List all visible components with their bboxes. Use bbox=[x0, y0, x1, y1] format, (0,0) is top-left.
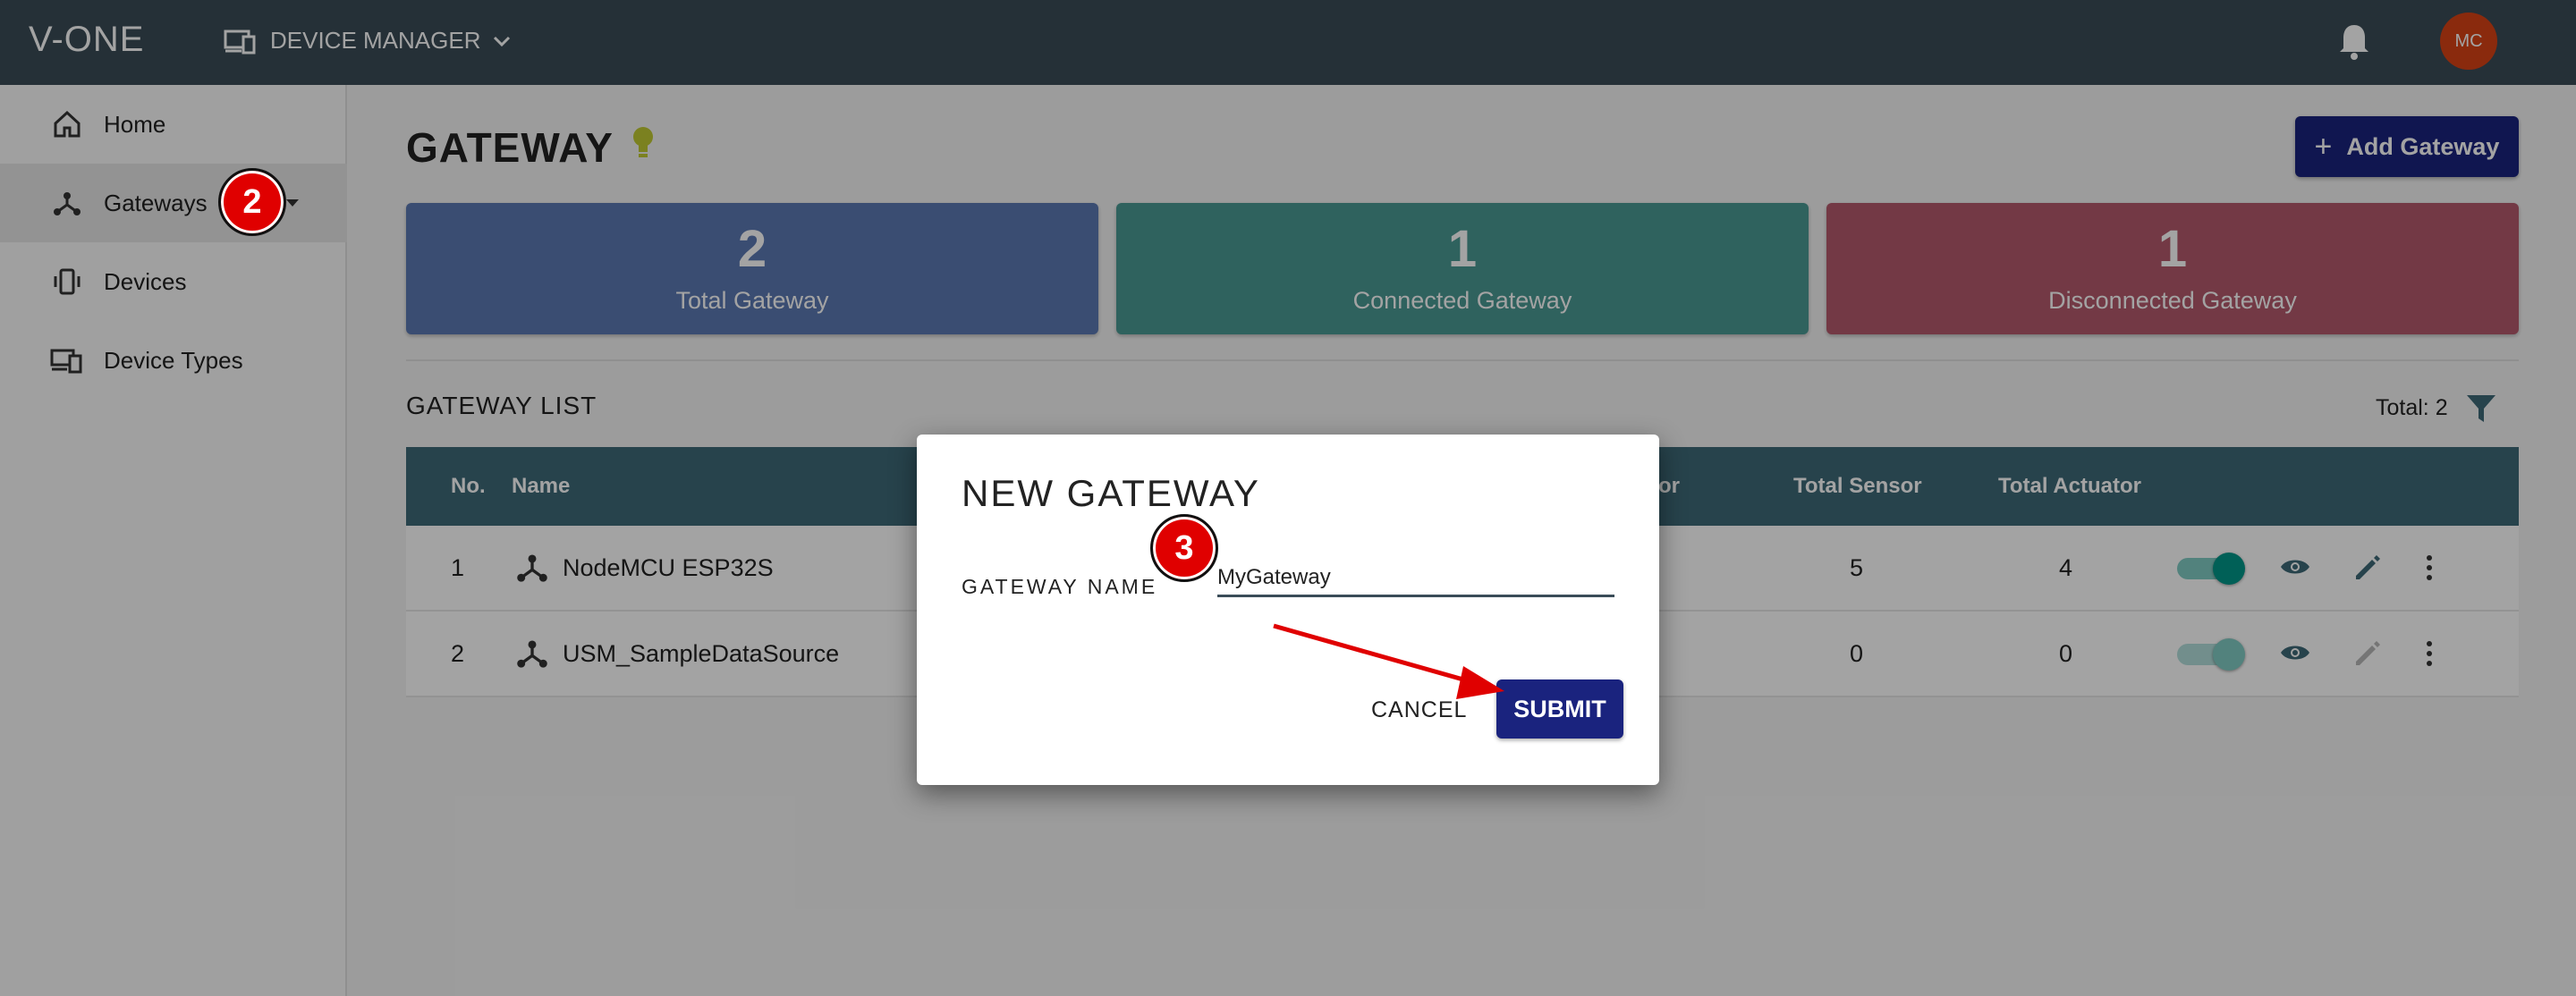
annotation-arrow bbox=[1273, 623, 1504, 699]
